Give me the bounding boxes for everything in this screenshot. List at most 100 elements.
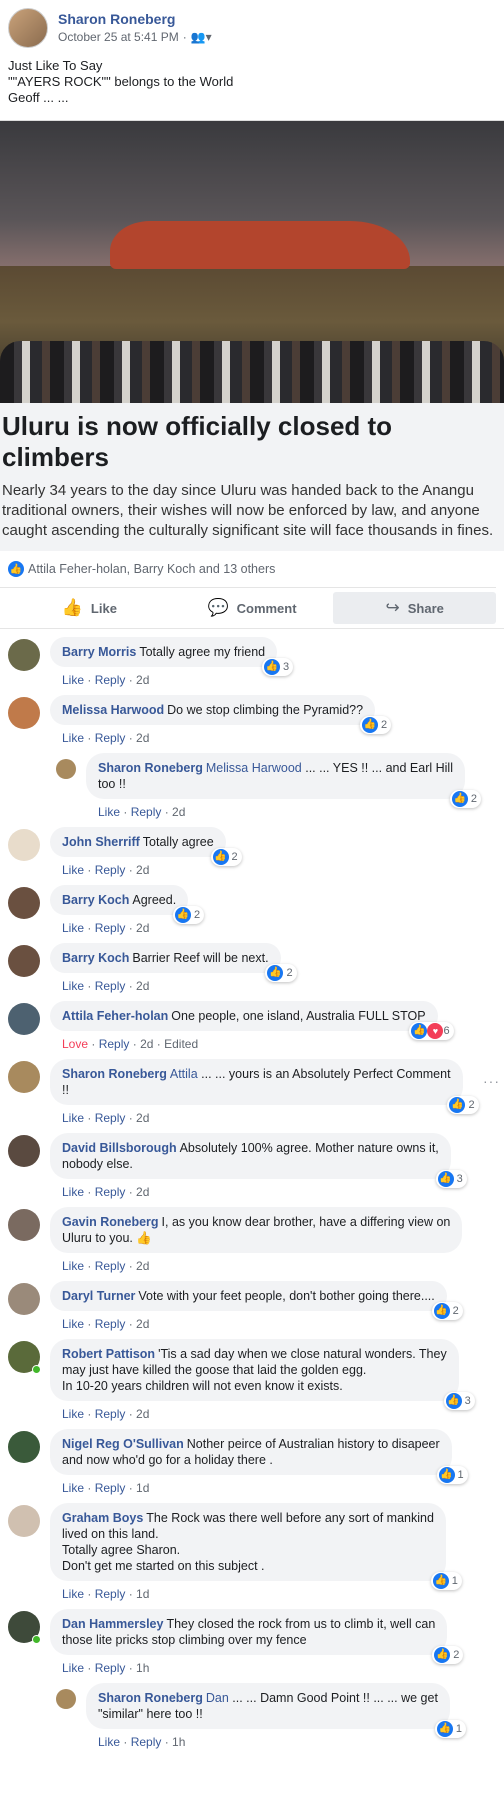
comment-like-link[interactable]: Like [62,673,84,687]
commenter-avatar[interactable] [8,887,40,919]
comment-reply-link[interactable]: Reply [95,731,126,745]
commenter-avatar[interactable] [8,1611,41,1644]
post-time[interactable]: October 25 at 5:41 PM [58,30,179,44]
comment-time[interactable]: 2d [136,979,149,993]
comment-time[interactable]: 2d [136,921,149,935]
comment-time[interactable]: 1h [172,1735,185,1749]
commenter-name[interactable]: Daryl Turner [62,1289,135,1303]
comment-reply-link[interactable]: Reply [131,805,162,819]
commenter-name[interactable]: Barry Morris [62,645,136,659]
comment-button[interactable]: 💬 Comment [171,592,334,624]
friends-icon[interactable]: 👥▾ [191,30,212,44]
comment-like-link[interactable]: Like [62,1481,84,1495]
commenter-name[interactable]: Nigel Reg O'Sullivan [62,1437,184,1451]
comment-time[interactable]: 2d [136,673,149,687]
comment-reactions[interactable]: 👍 2 [431,1302,463,1320]
comment-like-link[interactable]: Like [62,921,84,935]
comment-time[interactable]: 2d [136,1317,149,1331]
comment-reply-link[interactable]: Reply [95,1259,126,1273]
author-name[interactable]: Sharon Roneberg [58,11,212,27]
comment-time[interactable]: 1h [136,1661,149,1675]
comment-time[interactable]: 2d [172,805,185,819]
comment-reply-link[interactable]: Reply [95,1661,126,1675]
like-button[interactable]: 👍 Like [8,592,171,624]
comment-time[interactable]: 2d [136,1407,149,1421]
comment-reactions[interactable]: 👍 1 [436,1466,468,1484]
comment-like-link[interactable]: Like [62,979,84,993]
commenter-avatar[interactable] [8,1061,40,1093]
commenter-avatar[interactable] [56,759,76,779]
comment-reactions[interactable]: 👍 1 [434,1720,466,1738]
comment-like-link[interactable]: Like [62,1661,84,1675]
commenter-avatar[interactable] [8,1283,40,1315]
comment-reply-link[interactable]: Reply [95,1587,126,1601]
love-reaction-label[interactable]: Love [62,1037,88,1051]
comment-reply-link[interactable]: Reply [95,979,126,993]
comment-like-link[interactable]: Like [62,863,84,877]
comment-time[interactable]: 2d [140,1037,153,1051]
comment-reactions[interactable]: 👍 2 [173,906,205,924]
comment-time[interactable]: 1d [136,1481,149,1495]
link-preview[interactable]: Uluru is now officially closed to climbe… [0,120,504,551]
commenter-avatar[interactable] [8,1003,40,1035]
comment-reply-link[interactable]: Reply [95,921,126,935]
comment-time[interactable]: 1d [136,1587,149,1601]
comment-reactions[interactable]: 👍 2 [432,1646,464,1664]
comment-reactions[interactable]: 👍 2 [210,848,242,866]
comment-time[interactable]: 2d [136,1259,149,1273]
comment-reactions[interactable]: 👍 3 [443,1392,475,1410]
comment-reply-link[interactable]: Reply [95,1481,126,1495]
commenter-name[interactable]: Robert Pattison [62,1347,155,1361]
comment-like-link[interactable]: Like [62,1185,84,1199]
comment-reactions[interactable]: 👍 1 [430,1572,462,1590]
comment-reply-link[interactable]: Reply [99,1037,130,1051]
comment-reply-link[interactable]: Reply [95,1111,126,1125]
commenter-name[interactable]: Barry Koch [62,893,129,907]
commenter-avatar[interactable] [8,639,40,671]
reactions-text[interactable]: Attila Feher-holan, Barry Koch and 13 ot… [28,562,275,576]
comment-like-link[interactable]: Like [62,1407,84,1421]
commenter-avatar[interactable] [8,1505,40,1537]
commenter-name[interactable]: David Billsborough [62,1141,177,1155]
comment-like-link[interactable]: Like [62,1317,84,1331]
commenter-name[interactable]: Attila Feher-holan [62,1009,168,1023]
commenter-avatar[interactable] [8,945,40,977]
comment-reply-link[interactable]: Reply [95,1317,126,1331]
comment-reply-link[interactable]: Reply [95,863,126,877]
commenter-name[interactable]: Sharon Roneberg [98,761,203,775]
commenter-avatar[interactable] [8,1209,40,1241]
comment-reactions[interactable]: 👍 2 [449,790,481,808]
commenter-name[interactable]: Melissa Harwood [62,703,164,717]
comment-reply-link[interactable]: Reply [95,1407,126,1421]
comment-like-link[interactable]: Like [98,805,120,819]
author-avatar[interactable] [8,8,48,48]
comment-reactions[interactable]: 👍 2 [447,1096,479,1114]
commenter-avatar[interactable] [8,1135,40,1167]
comment-like-link[interactable]: Like [62,1259,84,1273]
commenter-name[interactable]: Sharon Roneberg [98,1691,203,1705]
comment-like-link[interactable]: Like [62,1587,84,1601]
comment-time[interactable]: 2d [136,1111,149,1125]
commenter-avatar[interactable] [8,1431,40,1463]
comment-reactions[interactable]: 👍 3 [261,658,294,676]
mention-link[interactable]: Melissa Harwood [206,761,302,775]
commenter-name[interactable]: John Sherriff [62,835,140,849]
commenter-name[interactable]: Graham Boys [62,1511,143,1525]
edited-label[interactable]: Edited [164,1037,198,1051]
share-button[interactable]: ↪ Share [333,592,497,624]
commenter-avatar[interactable] [8,1341,41,1374]
commenter-name[interactable]: Barry Koch [62,951,129,965]
comment-reply-link[interactable]: Reply [95,673,126,687]
commenter-name[interactable]: Sharon Roneberg [62,1067,167,1081]
comment-time[interactable]: 2d [136,863,149,877]
comment-reactions[interactable]: 👍 3 [435,1170,467,1188]
comment-like-link[interactable]: Like [98,1735,120,1749]
comment-reactions[interactable]: 👍 2 [265,964,297,982]
comment-reactions[interactable]: 👍 ♥ 6 [409,1022,454,1040]
mention-link[interactable]: Dan [206,1691,229,1705]
comment-like-link[interactable]: Like [62,1111,84,1125]
commenter-name[interactable]: Dan Hammersley [62,1617,163,1631]
comment-reply-link[interactable]: Reply [131,1735,162,1749]
comment-time[interactable]: 2d [136,731,149,745]
more-options-icon[interactable]: ··· [483,1073,500,1089]
